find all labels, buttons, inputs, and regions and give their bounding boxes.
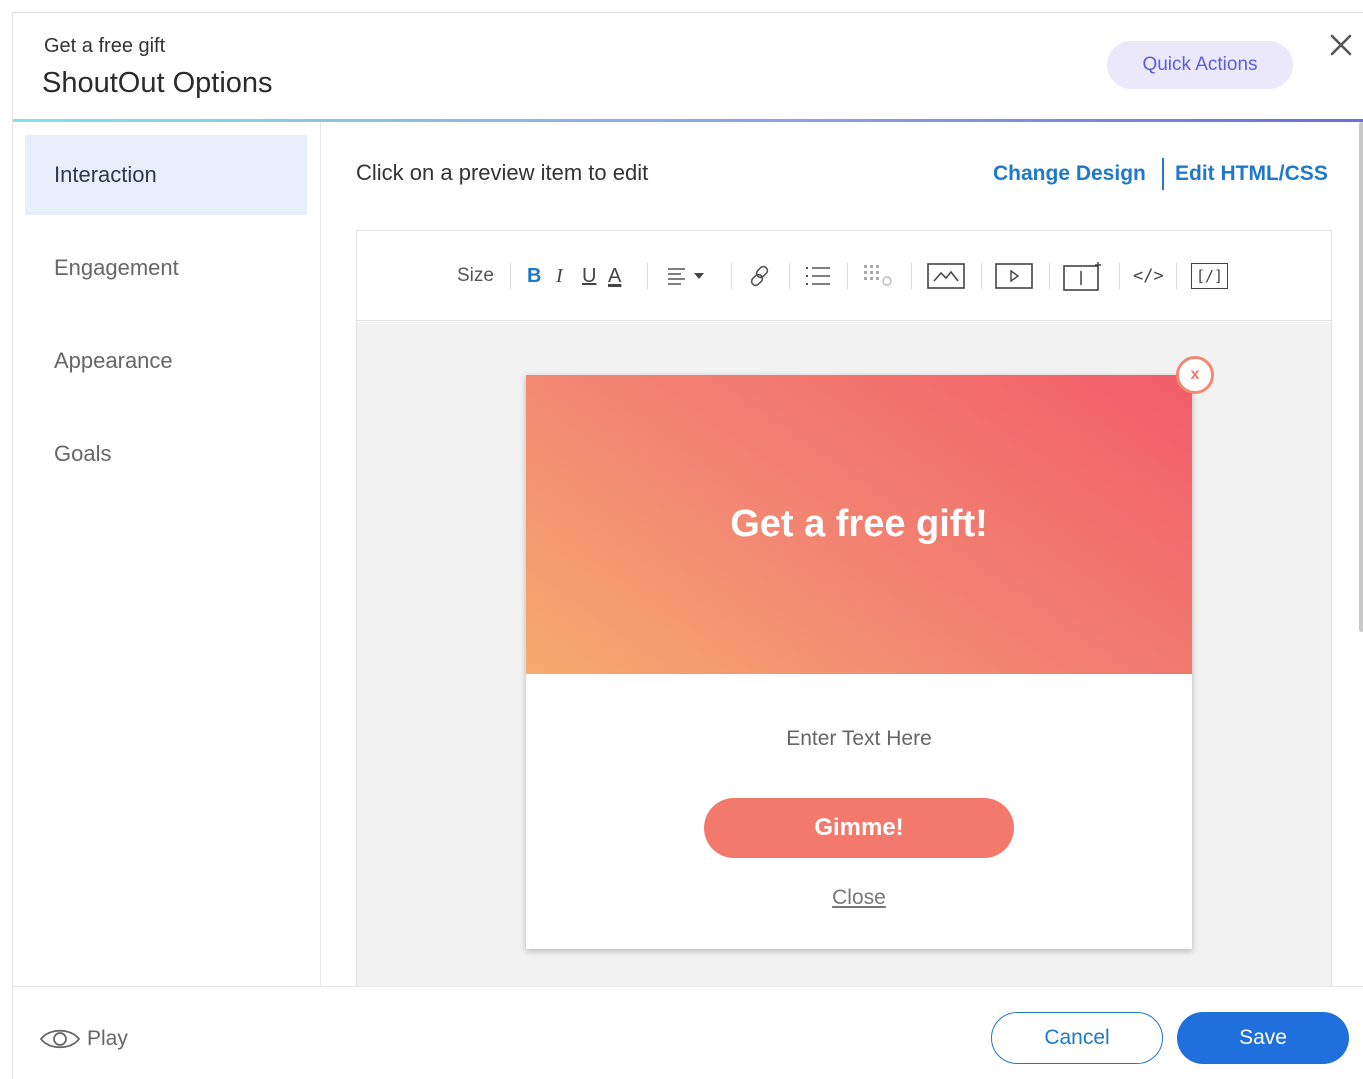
quick-actions-button[interactable]: Quick Actions [1107, 41, 1293, 89]
modal-title: ShoutOut Options [42, 67, 273, 99]
sidebar-item-interaction[interactable]: Interaction [25, 135, 307, 215]
popup-body-text[interactable]: Enter Text Here [526, 727, 1192, 751]
save-button[interactable]: Save [1177, 1012, 1349, 1064]
bold-button[interactable]: B [527, 259, 541, 293]
popup-heading[interactable]: Get a free gift! [730, 503, 988, 546]
sidebar-item-goals[interactable]: Goals [25, 414, 307, 494]
link-icon[interactable] [747, 259, 773, 293]
insert-field-icon[interactable] [1063, 259, 1103, 293]
popup-close-link[interactable]: Close [526, 886, 1192, 910]
toolbar-separator [1049, 263, 1050, 289]
image-icon[interactable] [927, 259, 965, 293]
toolbar-separator [731, 263, 732, 289]
preview-editor: Size B I U A </> [/] Get a free gift! x … [356, 230, 1332, 987]
font-color-button[interactable]: A [608, 259, 621, 293]
toolbar-separator [789, 263, 790, 289]
preview-canvas: Get a free gift! x Enter Text Here Gimme… [357, 322, 1331, 987]
toolbar-separator [981, 263, 982, 289]
toolbar-separator [1176, 263, 1177, 289]
sidebar-item-engagement[interactable]: Engagement [25, 228, 307, 308]
toolbar-separator [847, 263, 848, 289]
edit-html-css-link[interactable]: Edit HTML/CSS [1175, 162, 1328, 186]
underline-button[interactable]: U [582, 259, 596, 293]
toolbar-separator [647, 263, 648, 289]
popup-preview: Get a free gift! x Enter Text Here Gimme… [526, 356, 1214, 949]
sidebar: Interaction Engagement Appearance Goals [13, 122, 321, 986]
video-icon[interactable] [995, 259, 1033, 293]
list-icon[interactable] [805, 259, 831, 293]
eye-icon [39, 1029, 81, 1049]
close-icon[interactable] [1323, 27, 1359, 63]
code-view-button[interactable]: </> [1133, 259, 1164, 293]
table-icon[interactable] [862, 259, 896, 293]
shoutout-options-modal: Get a free gift ShoutOut Options Quick A… [12, 12, 1363, 1079]
toolbar-separator [510, 263, 511, 289]
font-size-button[interactable]: Size [457, 259, 494, 293]
shortcode-button[interactable]: [/] [1191, 263, 1229, 289]
toolbar-separator [911, 263, 912, 289]
sidebar-item-appearance[interactable]: Appearance [25, 321, 307, 401]
play-label: Play [87, 1027, 128, 1050]
play-button[interactable]: Play [39, 1025, 128, 1053]
modal-footer: Play Cancel Save [13, 986, 1363, 1079]
align-icon[interactable] [667, 259, 707, 293]
toolbar-separator [1119, 263, 1120, 289]
modal-subtitle: Get a free gift [44, 35, 166, 57]
popup-close-icon[interactable]: x [1176, 356, 1214, 394]
cancel-button[interactable]: Cancel [991, 1012, 1163, 1064]
popup-cta-button[interactable]: Gimme! [704, 798, 1014, 858]
edit-hint: Click on a preview item to edit [356, 160, 649, 185]
main-scrollbar[interactable] [1359, 122, 1363, 632]
change-design-link[interactable]: Change Design [993, 162, 1146, 186]
editor-toolbar: Size B I U A </> [/] [357, 231, 1331, 321]
main-panel: Click on a preview item to edit Change D… [322, 122, 1363, 987]
modal-header: Get a free gift ShoutOut Options Quick A… [13, 13, 1363, 122]
link-divider [1162, 158, 1164, 190]
italic-button[interactable]: I [556, 259, 563, 293]
popup-hero[interactable]: Get a free gift! [526, 375, 1192, 674]
